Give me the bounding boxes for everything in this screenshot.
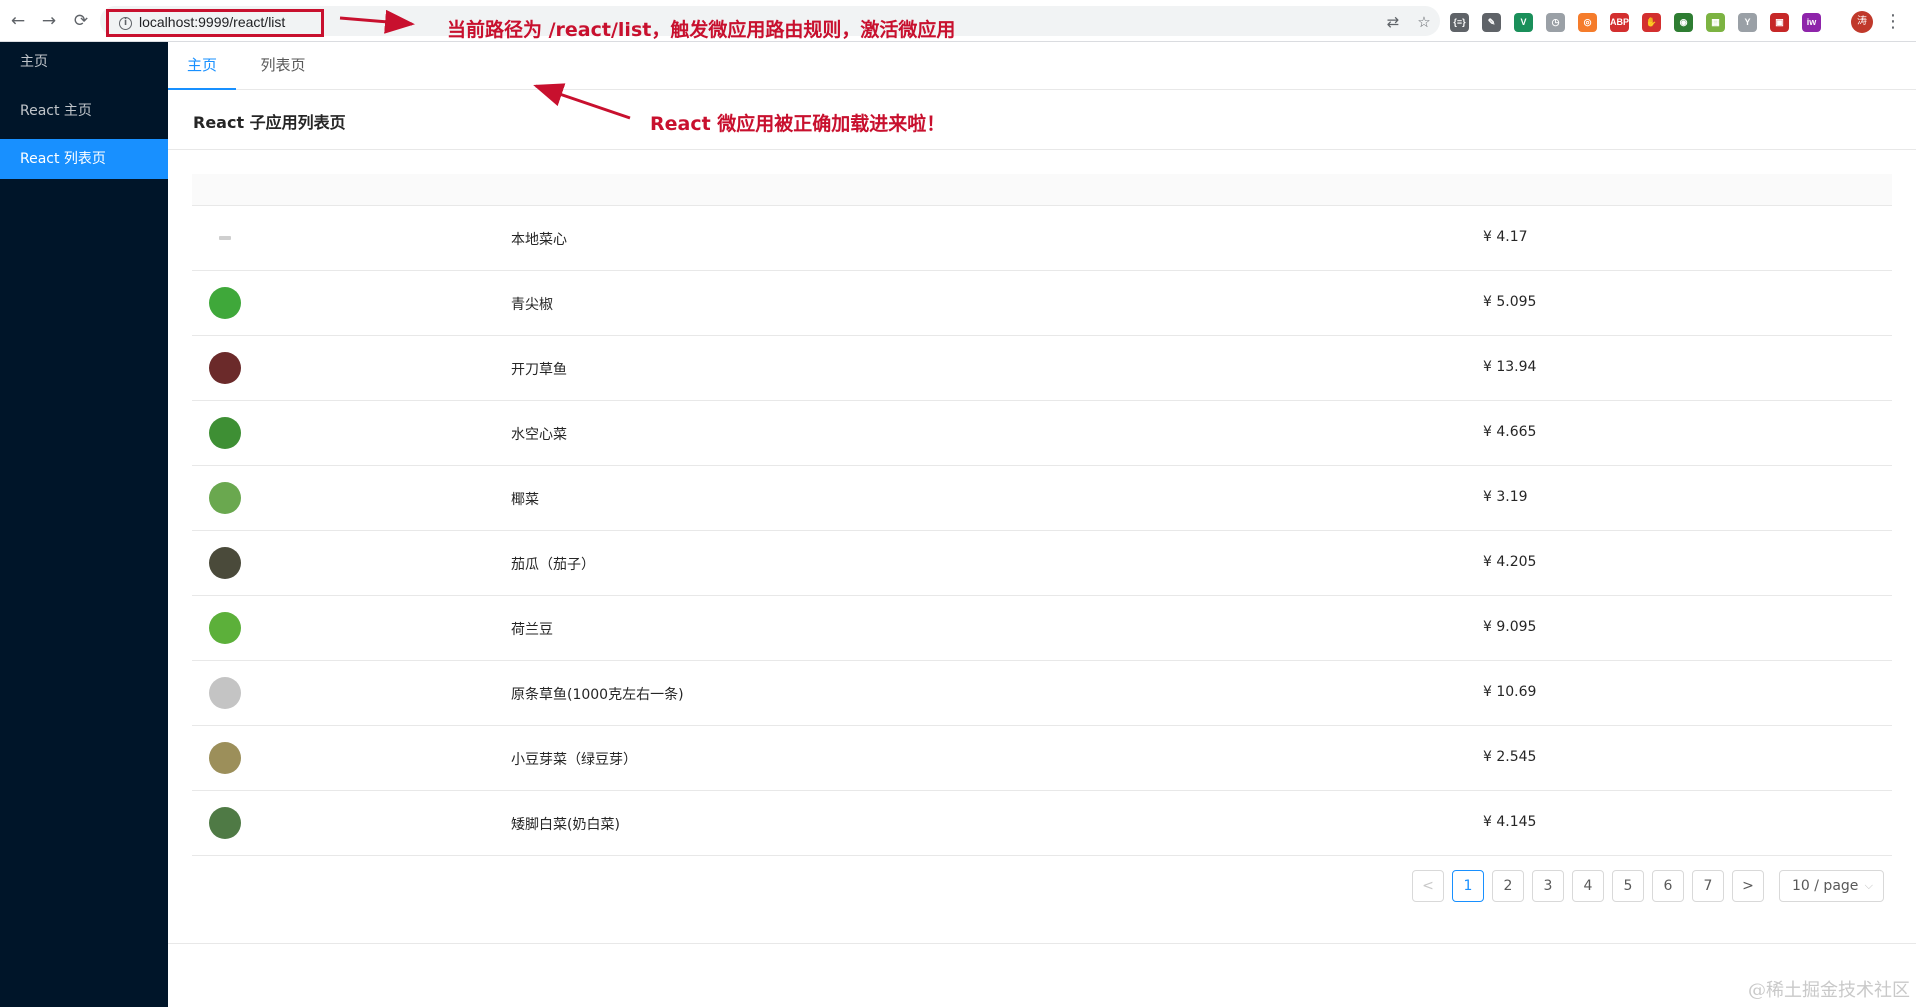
page-2-button[interactable]: 2 — [1492, 870, 1524, 902]
pagination: < 1234567 > 10 / page ⌵ — [168, 870, 1916, 904]
avatar[interactable]: 涛 — [1851, 11, 1873, 33]
product-name: 开刀草鱼 — [511, 362, 567, 378]
sidebar: 主页 React 主页 React 列表页 — [0, 42, 168, 1007]
divider — [168, 943, 1916, 944]
table-row: 原条草鱼(1000克左右一条) ¥ 10.69 — [192, 661, 1892, 726]
product-thumbnail — [209, 742, 241, 774]
product-thumbnail — [209, 482, 241, 514]
product-thumbnail — [209, 677, 241, 709]
page-3-button[interactable]: 3 — [1532, 870, 1564, 902]
product-name: 荷兰豆 — [511, 622, 553, 638]
page-title: React 子应用列表页 — [193, 113, 346, 132]
url-annotation: 当前路径为 /react/list，触发微应用路由规则，激活微应用 — [447, 19, 956, 41]
product-thumbnail — [209, 417, 241, 449]
product-price: ¥ 10.69 — [1483, 684, 1537, 700]
purple-ext-icon[interactable]: iw — [1802, 12, 1821, 32]
browser-toolbar: ← → ⟳ i localhost:9999/react/list ⇄ ☆ {≡… — [0, 0, 1916, 42]
adblock-plus-icon[interactable]: ABP — [1610, 12, 1629, 32]
back-icon[interactable]: ← — [8, 11, 28, 31]
product-name: 茄瓜（茄子） — [511, 557, 595, 573]
table-row: 茄瓜（茄子） ¥ 4.205 — [192, 531, 1892, 596]
tab-bar: 主页 列表页 — [168, 42, 1916, 90]
product-thumbnail — [209, 547, 241, 579]
next-page-button[interactable]: > — [1732, 870, 1764, 902]
url-text: localhost:9999/react/list — [139, 14, 286, 30]
product-table: 本地菜心 ¥ 4.17 青尖椒 ¥ 5.095 开刀草鱼 ¥ 13.94 水空心菜 ¥ 4.6… — [192, 174, 1892, 856]
table-row: 开刀草鱼 ¥ 13.94 — [192, 336, 1892, 401]
vue-devtools-icon[interactable]: V — [1514, 12, 1533, 32]
tab-home[interactable]: 主页 — [168, 42, 236, 90]
tab-list[interactable]: 列表页 — [248, 42, 318, 90]
product-price: ¥ 4.17 — [1483, 229, 1528, 245]
chevron-down-icon: ⌵ — [1864, 879, 1873, 892]
info-icon[interactable]: i — [119, 17, 132, 30]
product-thumbnail — [209, 807, 241, 839]
table-row: 矮脚白菜(奶白菜) ¥ 4.145 — [192, 791, 1892, 856]
product-price: ¥ 9.095 — [1483, 619, 1537, 635]
page-5-button[interactable]: 5 — [1612, 870, 1644, 902]
prev-page-button[interactable]: < — [1412, 870, 1444, 902]
product-price: ¥ 5.095 — [1483, 294, 1537, 310]
product-thumbnail — [209, 612, 241, 644]
product-price: ¥ 4.145 — [1483, 814, 1537, 830]
product-name: 原条草鱼(1000克左右一条) — [511, 687, 684, 703]
sidebar-item-react-list[interactable]: React 列表页 — [0, 139, 168, 179]
product-name: 青尖椒 — [511, 297, 553, 313]
red-ext-icon[interactable]: ▣ — [1770, 12, 1789, 32]
product-thumbnail — [209, 287, 241, 319]
qr-code-icon[interactable]: ▦ — [1706, 12, 1725, 32]
table-row: 本地菜心 ¥ 4.17 — [192, 206, 1892, 271]
menu-dots-icon[interactable]: ⋮ — [1884, 11, 1902, 33]
product-price: ¥ 13.94 — [1483, 359, 1537, 375]
product-name: 水空心菜 — [511, 427, 567, 443]
url-highlight-box[interactable]: i localhost:9999/react/list — [106, 9, 324, 37]
main-content: 主页 列表页 React 子应用列表页 本地菜心 ¥ 4.17 青尖椒 ¥ 5.095… — [168, 42, 1916, 1007]
product-price: ¥ 4.205 — [1483, 554, 1537, 570]
clock-icon[interactable]: ◷ — [1546, 12, 1565, 32]
table-row: 青尖椒 ¥ 5.095 — [192, 271, 1892, 336]
product-name: 本地菜心 — [511, 232, 567, 248]
product-name: 小豆芽菜（绿豆芽） — [511, 752, 637, 768]
table-body: 本地菜心 ¥ 4.17 青尖椒 ¥ 5.095 开刀草鱼 ¥ 13.94 水空心菜 ¥ 4.6… — [192, 206, 1892, 856]
product-price: ¥ 4.665 — [1483, 424, 1537, 440]
page-size-select[interactable]: 10 / page ⌵ — [1779, 870, 1884, 902]
page-7-button[interactable]: 7 — [1692, 870, 1724, 902]
product-price: ¥ 3.19 — [1483, 489, 1528, 505]
load-annotation: React 微应用被正确加载进来啦！ — [650, 113, 946, 135]
y-ext-icon[interactable]: Y — [1738, 12, 1757, 32]
forward-icon[interactable]: → — [39, 11, 59, 31]
product-name: 椰菜 — [511, 492, 539, 508]
page-header: React 子应用列表页 — [168, 91, 1916, 150]
orange-ext-icon[interactable]: ◎ — [1578, 12, 1597, 32]
page-4-button[interactable]: 4 — [1572, 870, 1604, 902]
product-price: ¥ 2.545 — [1483, 749, 1537, 765]
stop-icon[interactable]: ✋ — [1642, 12, 1661, 32]
sidebar-item-home[interactable]: 主页 — [0, 42, 168, 82]
product-thumbnail — [219, 236, 231, 240]
table-row: 水空心菜 ¥ 4.665 — [192, 401, 1892, 466]
page-size-value: 10 / page — [1792, 878, 1859, 894]
product-name: 矮脚白菜(奶白菜) — [511, 817, 620, 833]
green-ext-icon[interactable]: ◉ — [1674, 12, 1693, 32]
braces-icon[interactable]: {≡} — [1450, 12, 1469, 32]
table-row: 小豆芽菜（绿豆芽） ¥ 2.545 — [192, 726, 1892, 791]
product-thumbnail — [209, 352, 241, 384]
table-row: 椰菜 ¥ 3.19 — [192, 466, 1892, 531]
extensions-bar: {≡} ✎ V ◷ ◎ ABP ✋ ◉ ▦ Y ▣ iw — [1450, 12, 1821, 32]
reload-icon[interactable]: ⟳ — [71, 11, 91, 31]
page-1-button[interactable]: 1 — [1452, 870, 1484, 902]
watermark: @稀土掘金技术社区 — [1748, 980, 1910, 1001]
page-6-button[interactable]: 6 — [1652, 870, 1684, 902]
translate-icon[interactable]: ⇄ — [1384, 13, 1402, 31]
table-row: 荷兰豆 ¥ 9.095 — [192, 596, 1892, 661]
bookmark-star-icon[interactable]: ☆ — [1415, 13, 1433, 31]
sidebar-item-react-home[interactable]: React 主页 — [0, 91, 168, 131]
pen-icon[interactable]: ✎ — [1482, 12, 1501, 32]
table-header — [192, 174, 1892, 206]
